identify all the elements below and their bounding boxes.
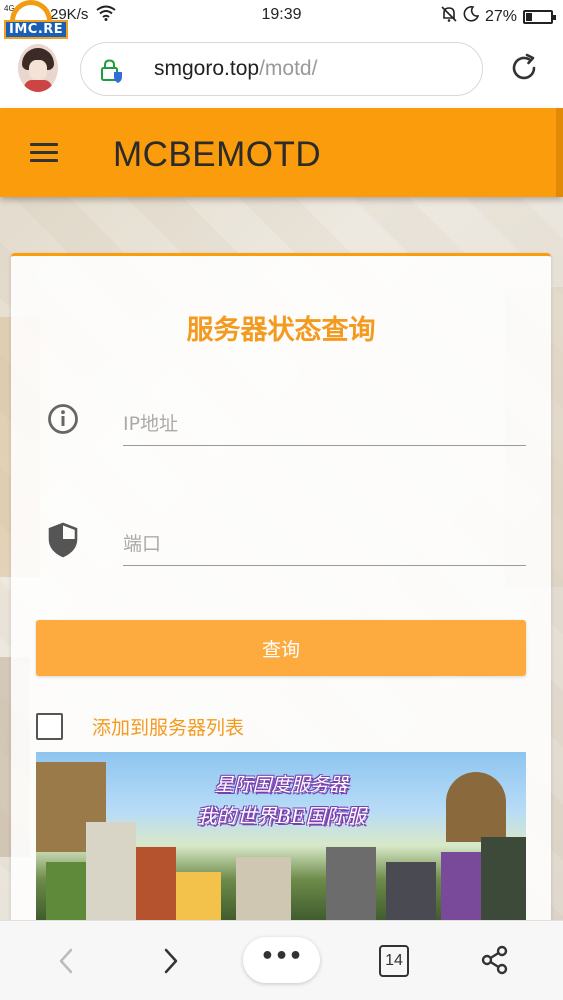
url-text[interactable]: smgoro.top/motd/	[154, 57, 317, 81]
battery-icon	[523, 9, 556, 24]
query-button[interactable]: 查询	[36, 620, 526, 676]
hamburger-menu-icon[interactable]	[30, 143, 58, 163]
mute-bell-icon	[441, 5, 457, 28]
browser-address-row: smgoro.top/motd/	[0, 30, 563, 108]
header-edge	[556, 108, 563, 197]
banner-villager	[136, 847, 176, 922]
app-title: MCBEMOTD	[113, 135, 322, 174]
moon-icon	[463, 6, 480, 27]
avatar[interactable]	[18, 44, 58, 92]
back-arrow-icon[interactable]	[55, 947, 77, 979]
card-title: 服务器状态查询	[186, 315, 376, 346]
overlay-logo: IMC.RE	[0, 0, 69, 44]
banner-illager	[481, 837, 526, 922]
banner-title-line1: 星际国度服务器	[214, 774, 348, 796]
share-icon[interactable]	[480, 945, 510, 979]
banner-illager	[326, 847, 376, 922]
info-icon	[47, 402, 79, 438]
status-bar: 4G 29K/s 19:39 27%	[0, 0, 563, 30]
avatar-shirt	[24, 80, 52, 92]
banner-evoker	[441, 852, 481, 922]
tabs-button[interactable]: 14	[379, 945, 409, 977]
reload-icon[interactable]	[508, 52, 540, 88]
avatar-face	[29, 60, 47, 80]
port-field	[36, 522, 526, 582]
battery-level	[526, 12, 533, 21]
banner-illager	[386, 862, 436, 922]
status-right: 27%	[441, 5, 556, 28]
banner-title-line2: 我的世界BE国际服	[196, 804, 366, 828]
port-input[interactable]	[123, 522, 526, 566]
shield-icon	[47, 522, 79, 562]
url-path: /motd/	[259, 57, 318, 80]
more-menu-button[interactable]: •••	[243, 937, 320, 983]
url-bar[interactable]: smgoro.top/motd/	[80, 42, 483, 96]
banner-golem	[236, 857, 291, 922]
add-to-list-label[interactable]: 添加到服务器列表	[92, 713, 244, 740]
server-banner-image: 星际国度服务器 我的世界BE国际服	[36, 752, 526, 922]
banner-block	[176, 872, 221, 922]
url-host: smgoro.top	[154, 57, 260, 80]
logo-text: IMC.RE	[4, 20, 69, 39]
ip-field	[36, 402, 526, 462]
browser-bottom-bar: ••• 14	[0, 920, 563, 1000]
add-to-list-checkbox[interactable]	[36, 713, 63, 740]
ip-input[interactable]	[123, 402, 526, 446]
banner-golem	[86, 822, 136, 922]
battery-percent: 27%	[484, 7, 517, 25]
lock-icon[interactable]	[98, 58, 124, 88]
banner-villager	[46, 862, 86, 922]
forward-arrow-icon[interactable]	[160, 947, 182, 979]
app-header: MCBEMOTD	[0, 108, 563, 197]
query-card: 服务器状态查询 查询 添加到服务器列表 星际国度服务器 我的世界BE国际服	[11, 253, 551, 933]
